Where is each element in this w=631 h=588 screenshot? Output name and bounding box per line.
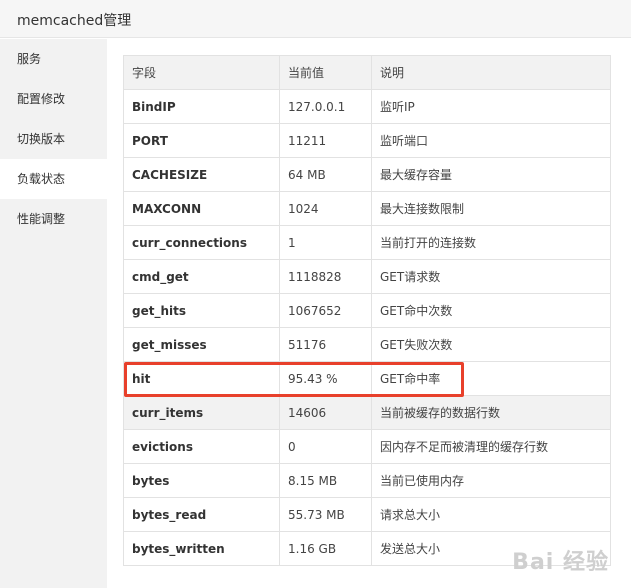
sidebar-item-performance[interactable]: 性能调整 (0, 199, 107, 239)
row-field: evictions (123, 429, 280, 464)
table-row: cmd_get 1118828 GET请求数 (123, 259, 611, 294)
row-field: cmd_get (123, 259, 280, 294)
row-value: 11211 (279, 123, 372, 158)
table-row: evictions 0 因内存不足而被清理的缓存行数 (123, 429, 611, 464)
column-header-value: 当前值 (279, 55, 372, 90)
row-field: MAXCONN (123, 191, 280, 226)
row-field: get_hits (123, 293, 280, 328)
main-content: 字段 当前值 说明 BindIP 127.0.0.1 监听IP PORT 112… (107, 39, 631, 588)
row-field: hit (123, 361, 280, 396)
row-value: 8.15 MB (279, 463, 372, 498)
table-row: BindIP 127.0.0.1 监听IP (123, 89, 611, 124)
row-value: 95.43 % (279, 361, 372, 396)
row-field: bytes_written (123, 531, 280, 566)
column-header-description: 说明 (371, 55, 611, 90)
row-description: 当前被缓存的数据行数 (371, 395, 611, 430)
column-header-field: 字段 (123, 55, 280, 90)
status-table: 字段 当前值 说明 BindIP 127.0.0.1 监听IP PORT 112… (123, 55, 611, 566)
row-value: 1.16 GB (279, 531, 372, 566)
row-value: 1024 (279, 191, 372, 226)
row-description: 请求总大小 (371, 497, 611, 532)
row-description: 监听IP (371, 89, 611, 124)
row-field: PORT (123, 123, 280, 158)
sidebar-item-version[interactable]: 切换版本 (0, 119, 107, 159)
row-description: GET请求数 (371, 259, 611, 294)
row-field: bytes_read (123, 497, 280, 532)
row-description: 最大连接数限制 (371, 191, 611, 226)
table-row: get_hits 1067652 GET命中次数 (123, 293, 611, 328)
row-description: 最大缓存容量 (371, 157, 611, 192)
row-value: 127.0.0.1 (279, 89, 372, 124)
sidebar-item-service[interactable]: 服务 (0, 39, 107, 79)
row-value: 14606 (279, 395, 372, 430)
row-description: GET命中率 (371, 361, 611, 396)
row-value: 1 (279, 225, 372, 260)
table-row: bytes_read 55.73 MB 请求总大小 (123, 497, 611, 532)
table-row: CACHESIZE 64 MB 最大缓存容量 (123, 157, 611, 192)
row-field: curr_connections (123, 225, 280, 260)
row-value: 0 (279, 429, 372, 464)
table-header-row: 字段 当前值 说明 (123, 55, 611, 90)
row-value: 64 MB (279, 157, 372, 192)
table-row: bytes 8.15 MB 当前已使用内存 (123, 463, 611, 498)
row-description: GET失败次数 (371, 327, 611, 362)
watermark-logo: Bai 经验 (512, 550, 609, 575)
table-row: get_misses 51176 GET失败次数 (123, 327, 611, 362)
row-field: get_misses (123, 327, 280, 362)
row-description: 监听端口 (371, 123, 611, 158)
window-title: memcached管理 (17, 13, 132, 29)
row-value: 55.73 MB (279, 497, 372, 532)
row-value: 1067652 (279, 293, 372, 328)
title-bar: memcached管理 (0, 0, 631, 38)
table-row: hit 95.43 % GET命中率 (123, 361, 611, 396)
row-field: BindIP (123, 89, 280, 124)
row-description: 当前已使用内存 (371, 463, 611, 498)
row-field: curr_items (123, 395, 280, 430)
row-description: GET命中次数 (371, 293, 611, 328)
row-value: 51176 (279, 327, 372, 362)
row-field: CACHESIZE (123, 157, 280, 192)
row-description: 因内存不足而被清理的缓存行数 (371, 429, 611, 464)
sidebar-item-config[interactable]: 配置修改 (0, 79, 107, 119)
row-value: 1118828 (279, 259, 372, 294)
table-row: MAXCONN 1024 最大连接数限制 (123, 191, 611, 226)
row-field: bytes (123, 463, 280, 498)
sidebar: 服务 配置修改 切换版本 负载状态 性能调整 (0, 39, 107, 588)
row-description: 当前打开的连接数 (371, 225, 611, 260)
table-row: curr_items 14606 当前被缓存的数据行数 (123, 395, 611, 430)
table-row: PORT 11211 监听端口 (123, 123, 611, 158)
table-row: curr_connections 1 当前打开的连接数 (123, 225, 611, 260)
sidebar-item-load-status[interactable]: 负载状态 (0, 159, 107, 199)
